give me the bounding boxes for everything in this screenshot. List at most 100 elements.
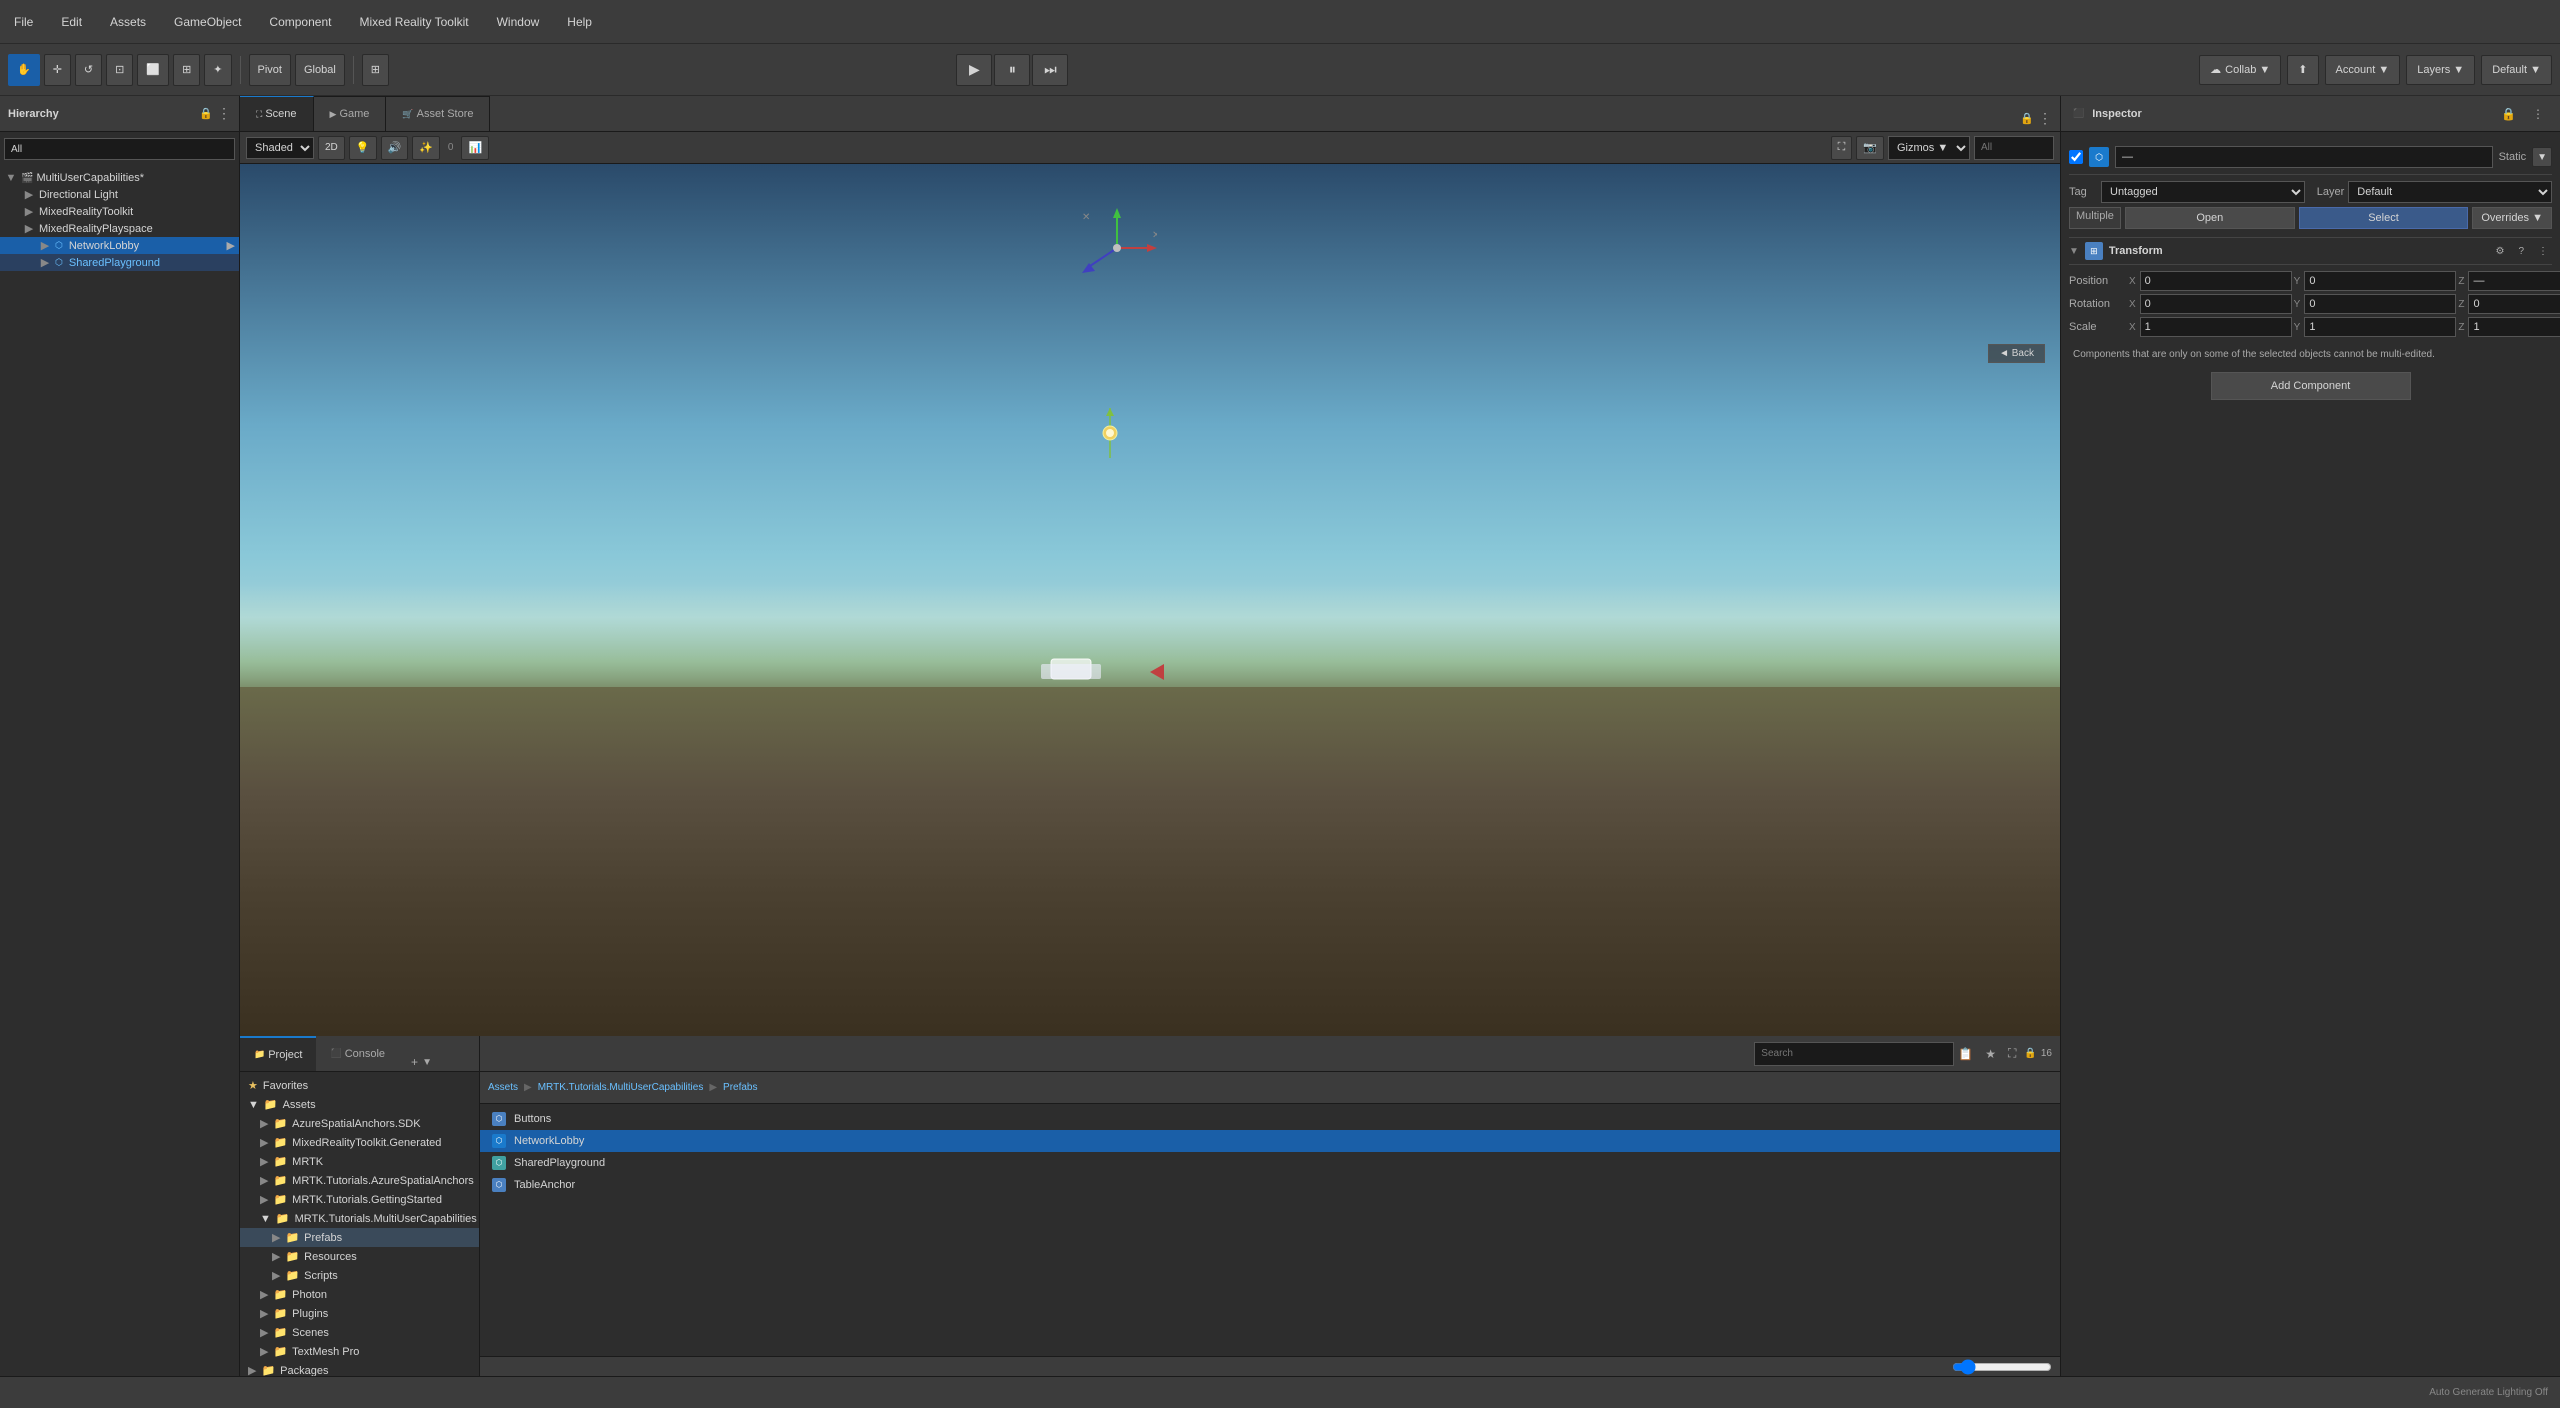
inspector-lock-button[interactable]: 🔒 (2497, 106, 2520, 122)
menu-edit[interactable]: Edit (55, 13, 88, 31)
breadcrumb-mrtk-multi[interactable]: MRTK.Tutorials.MultiUserCapabilities (538, 1082, 704, 1093)
scenes-item[interactable]: ▶ 📁 Scenes (240, 1323, 479, 1342)
hierarchy-search-input[interactable] (4, 138, 235, 160)
menu-gameobject[interactable]: GameObject (168, 13, 247, 31)
scene-search-input[interactable] (1974, 136, 2054, 160)
file-entry-sharedplayground[interactable]: ⬡ SharedPlayground (480, 1152, 2060, 1174)
hand-tool-button[interactable]: ✋ (8, 54, 40, 86)
tab-scene[interactable]: ⛶ Scene (240, 96, 314, 131)
hierarchy-more-icon[interactable]: ⋮ (217, 105, 231, 122)
play-button[interactable]: ▶ (956, 54, 992, 86)
back-button[interactable]: ◄ Back (1988, 344, 2045, 363)
perf-button[interactable]: 📊 (461, 136, 489, 160)
rot-z-input[interactable] (2468, 294, 2560, 314)
scripts-item[interactable]: ▶ 📁 Scripts (240, 1266, 479, 1285)
tree-item-playspace[interactable]: ▶ MixedRealityPlayspace (0, 220, 239, 237)
tab-project[interactable]: 📁 Project (240, 1036, 316, 1071)
menu-file[interactable]: File (8, 13, 39, 31)
file-entry-networklobby[interactable]: ⬡ NetworkLobby (480, 1130, 2060, 1152)
overrides-button[interactable]: Overrides ▼ (2472, 207, 2552, 229)
project-add-button[interactable]: + (407, 1053, 422, 1071)
layer-dropdown[interactable]: Default (2348, 181, 2552, 203)
mrtk-start-item[interactable]: ▶ 📁 MRTK.Tutorials.GettingStarted (240, 1190, 479, 1209)
pos-y-input[interactable] (2304, 271, 2456, 291)
file-entry-tableanchor[interactable]: ⬡ TableAnchor (480, 1174, 2060, 1196)
camera-settings[interactable]: 📷 (1856, 136, 1884, 160)
prefabs-item[interactable]: ▶ 📁 Prefabs (240, 1228, 479, 1247)
object-active-checkbox[interactable] (2069, 150, 2083, 164)
photon-item[interactable]: ▶ 📁 Photon (240, 1285, 479, 1304)
audio-button[interactable]: 🔊 (381, 136, 409, 160)
plugins-item[interactable]: ▶ 📁 Plugins (240, 1304, 479, 1323)
layers-button[interactable]: Layers ▼ (2406, 55, 2475, 85)
file-entry-buttons[interactable]: ⬡ Buttons (480, 1108, 2060, 1130)
inspector-more-button[interactable]: ⋮ (2528, 106, 2548, 122)
azure-item[interactable]: ▶ 📁 AzureSpatialAnchors.SDK (240, 1114, 479, 1133)
pos-x-input[interactable] (2140, 271, 2292, 291)
open-button[interactable]: Open (2125, 207, 2295, 229)
files-search-input[interactable] (1754, 1042, 1954, 1066)
scale-tool-button[interactable]: ⊡ (106, 54, 133, 86)
favorites-item[interactable]: ★ Favorites (240, 1076, 479, 1095)
zoom-slider[interactable] (1952, 1363, 2052, 1371)
cloud-sync-button[interactable]: ⬆ (2287, 55, 2318, 85)
mrtk-item[interactable]: ▶ 📁 MRTK (240, 1152, 479, 1171)
global-button[interactable]: Global (295, 54, 345, 86)
assets-root-item[interactable]: ▼ 📁 Assets (240, 1095, 479, 1114)
scene-fullscreen[interactable]: ⛶ (1831, 136, 1853, 160)
files-expand-button[interactable]: ⛶ (2004, 1044, 2020, 1063)
textmesh-item[interactable]: ▶ 📁 TextMesh Pro (240, 1342, 479, 1361)
tab-console[interactable]: ⬛ Console (316, 1036, 399, 1071)
add-component-button[interactable]: Add Component (2211, 372, 2411, 400)
menu-mixed-reality[interactable]: Mixed Reality Toolkit (353, 13, 474, 31)
tree-item-networklobby[interactable]: ▶ ⬡ NetworkLobby ▶ (0, 237, 239, 254)
mrtk-gen-item[interactable]: ▶ 📁 MixedRealityToolkit.Generated (240, 1133, 479, 1152)
account-button[interactable]: Account ▼ (2325, 55, 2401, 85)
scene-viewport[interactable]: ✕ ✕ (240, 164, 2060, 1036)
scale-y-input[interactable] (2304, 317, 2456, 337)
rot-x-input[interactable] (2140, 294, 2292, 314)
pivot-button[interactable]: Pivot (249, 54, 291, 86)
files-view-toggle[interactable]: 📋 (1954, 1045, 1977, 1063)
tree-item-mrtk[interactable]: ▶ MixedRealityToolkit (0, 203, 239, 220)
default-layout-button[interactable]: Default ▼ (2481, 55, 2552, 85)
move-tool-button[interactable]: ✛ (44, 54, 71, 86)
pos-z-input[interactable] (2468, 271, 2560, 291)
packages-item[interactable]: ▶ 📁 Packages (240, 1361, 479, 1376)
menu-help[interactable]: Help (561, 13, 598, 31)
static-dropdown-button[interactable]: ▼ (2532, 147, 2552, 167)
snap-button[interactable]: ⊞ (362, 54, 389, 86)
rot-y-input[interactable] (2304, 294, 2456, 314)
tab-asset-store[interactable]: 🛒 Asset Store (386, 96, 490, 131)
effects-button[interactable]: ✨ (412, 136, 440, 160)
scale-x-input[interactable] (2140, 317, 2292, 337)
project-dropdown-icon[interactable]: ▼ (422, 1057, 432, 1068)
tag-dropdown[interactable]: Untagged (2101, 181, 2305, 203)
tree-item-multiuser[interactable]: ▼ 🎬 MultiUserCapabilities* (0, 170, 239, 186)
light-button[interactable]: 💡 (349, 136, 377, 160)
transform-more-button[interactable]: ⋮ (2534, 245, 2552, 258)
files-star-button[interactable]: ★ (1981, 1045, 2000, 1063)
menu-window[interactable]: Window (491, 13, 546, 31)
pause-button[interactable]: ⏸ (994, 54, 1030, 86)
menu-component[interactable]: Component (263, 13, 337, 31)
object-name-input[interactable] (2115, 146, 2493, 168)
scale-z-input[interactable] (2468, 317, 2560, 337)
transform-tool-button[interactable]: ⊞ (173, 54, 200, 86)
breadcrumb-assets[interactable]: Assets (488, 1082, 518, 1093)
resources-item[interactable]: ▶ 📁 Resources (240, 1247, 479, 1266)
select-button[interactable]: Select (2299, 207, 2469, 229)
gizmos-dropdown[interactable]: Gizmos ▼ (1888, 136, 1970, 160)
shading-dropdown[interactable]: Shaded (246, 137, 314, 159)
rotate-tool-button[interactable]: ↺ (75, 54, 102, 86)
transform-settings-button[interactable]: ⚙ (2491, 245, 2508, 258)
rect-tool-button[interactable]: ⬜ (137, 54, 169, 86)
transform-help-button[interactable]: ? (2514, 245, 2528, 258)
tree-item-sharedplayground[interactable]: ▶ ⬡ SharedPlayground (0, 254, 239, 271)
collab-button[interactable]: ☁ Collab ▼ (2199, 55, 2281, 85)
2d-button[interactable]: 2D (318, 136, 345, 160)
breadcrumb-prefabs[interactable]: Prefabs (723, 1082, 757, 1093)
mrtk-azure-item[interactable]: ▶ 📁 MRTK.Tutorials.AzureSpatialAnchors (240, 1171, 479, 1190)
menu-assets[interactable]: Assets (104, 13, 152, 31)
step-button[interactable]: ⏭ (1032, 54, 1068, 86)
